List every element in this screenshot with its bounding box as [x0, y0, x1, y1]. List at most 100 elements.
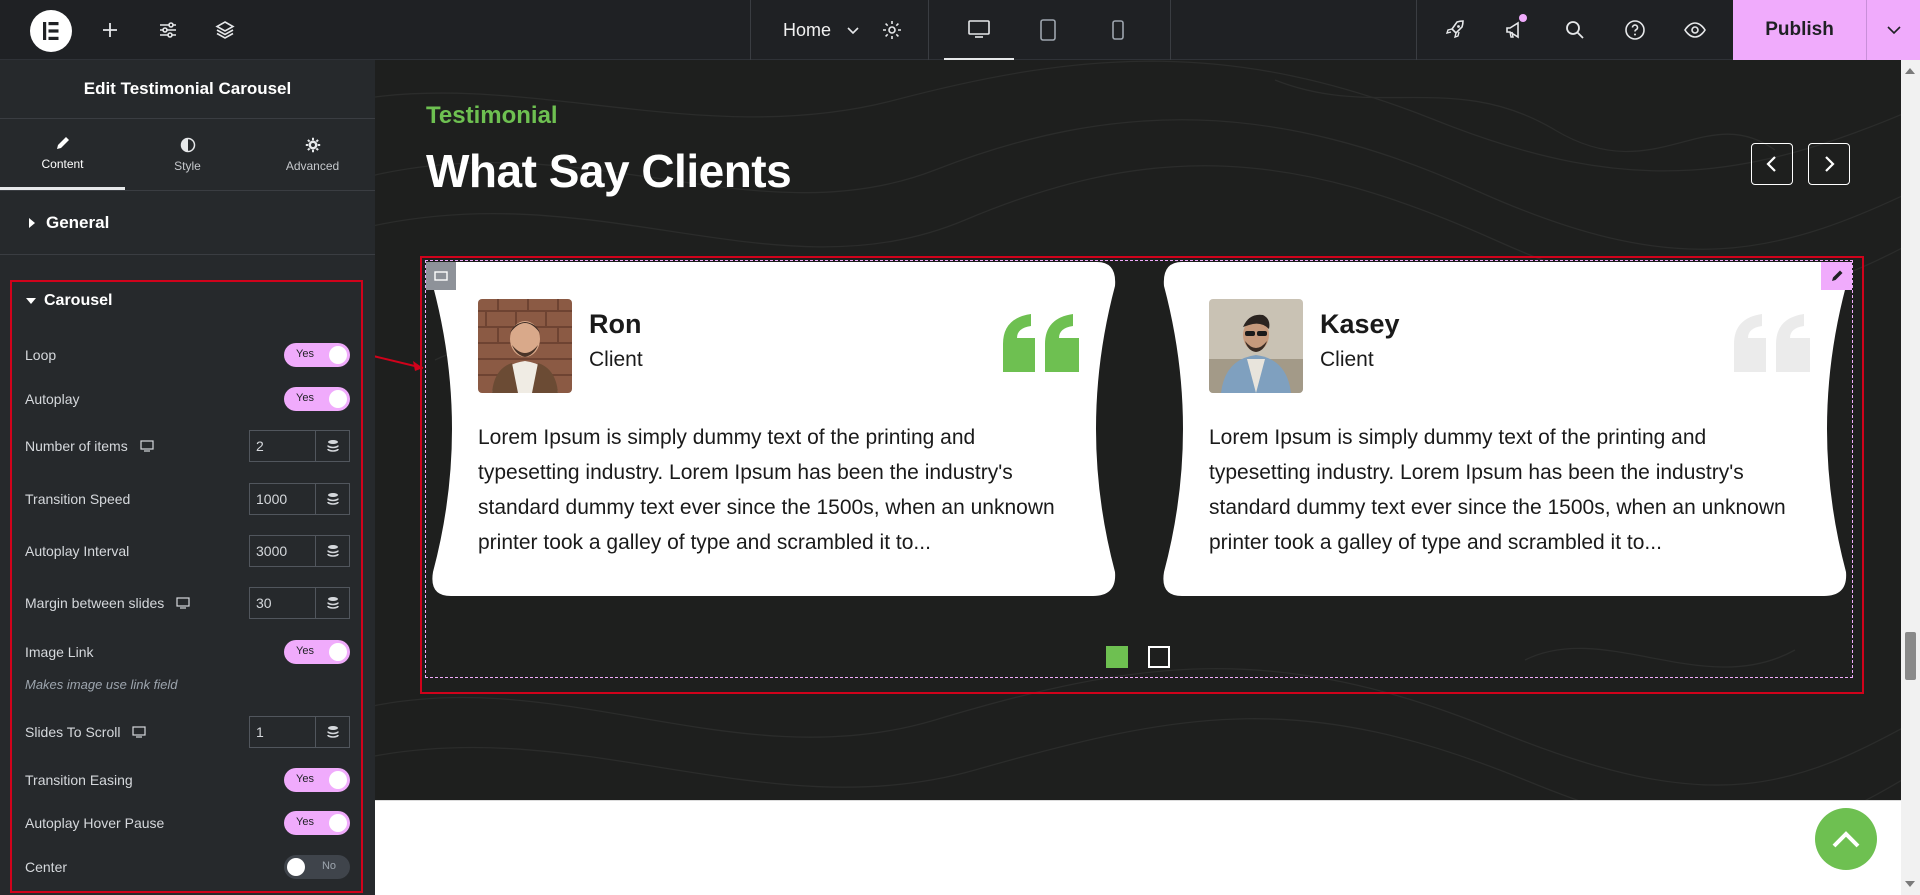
- scroll-to-top-button[interactable]: [1815, 808, 1877, 870]
- control-loop: Loop Yes: [25, 340, 355, 370]
- panel-tabs: Content Style Advanced: [0, 119, 375, 191]
- testimonial-text: Lorem Ipsum is simply dummy text of the …: [1209, 426, 1786, 554]
- client-name: Kasey: [1320, 309, 1400, 339]
- toggle-value: No: [321, 860, 336, 872]
- control-label: Image Link: [25, 644, 94, 660]
- help-icon[interactable]: [1615, 0, 1655, 60]
- publish-options-button[interactable]: [1866, 0, 1920, 60]
- control-autoplay-interval: Autoplay Interval: [25, 535, 355, 567]
- editor-panel: Edit Testimonial Carousel Content Style …: [0, 60, 375, 895]
- pagination-dot-active[interactable]: [1106, 646, 1128, 668]
- control-label: Transition Easing: [25, 772, 133, 788]
- desktop-icon[interactable]: [132, 726, 147, 738]
- control-margin-between-slides: Margin between slides: [25, 587, 355, 619]
- search-icon[interactable]: [1555, 0, 1595, 60]
- chevron-up-icon: [1832, 831, 1860, 848]
- transition-speed-input[interactable]: [249, 483, 315, 515]
- tablet-icon: [1040, 19, 1056, 41]
- carousel-next-button[interactable]: [1808, 143, 1850, 185]
- annotation-arrow: [375, 355, 424, 371]
- control-label: Center: [25, 859, 68, 875]
- testimonial-card: Kasey Client Lorem Ipsum is simply dummy…: [1158, 262, 1852, 596]
- page-selector[interactable]: Home: [752, 0, 892, 60]
- client-avatar: [478, 299, 572, 393]
- control-label-wrap: Slides To Scroll: [25, 724, 147, 740]
- image-link-toggle[interactable]: Yes: [284, 640, 350, 664]
- site-settings-sliders-icon[interactable]: [148, 0, 188, 60]
- number-field-group: [249, 587, 350, 619]
- page-scrollbar[interactable]: [1901, 60, 1920, 895]
- control-label: Transition Speed: [25, 491, 131, 507]
- dynamic-tags-icon[interactable]: [315, 483, 350, 515]
- toggle-value: Yes: [296, 348, 314, 360]
- dynamic-tags-icon[interactable]: [315, 716, 350, 748]
- desktop-icon[interactable]: [140, 440, 154, 452]
- mobile-icon: [1112, 20, 1124, 40]
- testimonial-text: Lorem Ipsum is simply dummy text of the …: [478, 426, 1055, 554]
- tablet-view-button[interactable]: [1028, 0, 1068, 60]
- slides-to-scroll-input[interactable]: [249, 716, 315, 748]
- carousel-prev-button[interactable]: [1751, 143, 1793, 185]
- scroll-down-arrow-icon[interactable]: [1905, 881, 1915, 887]
- chevron-left-icon: [1766, 156, 1776, 172]
- transition-easing-toggle[interactable]: Yes: [284, 768, 350, 792]
- control-label: Margin between slides: [25, 595, 165, 611]
- tab-advanced-label: Advanced: [285, 158, 340, 173]
- page-settings-gear-icon[interactable]: [872, 0, 912, 60]
- toolbar-divider: [1416, 0, 1417, 60]
- add-element-button[interactable]: [90, 0, 130, 60]
- tab-content[interactable]: Content: [0, 119, 125, 190]
- dynamic-tags-icon[interactable]: [315, 535, 350, 567]
- section-carousel[interactable]: Carousel: [26, 292, 112, 310]
- scroll-up-arrow-icon[interactable]: [1905, 68, 1915, 74]
- section-general[interactable]: General: [0, 191, 375, 255]
- publish-button[interactable]: Publish: [1733, 0, 1866, 60]
- preview-eye-icon[interactable]: [1675, 0, 1715, 60]
- scroll-thumb[interactable]: [1905, 632, 1916, 680]
- widget-settings-handle-icon[interactable]: [426, 262, 456, 290]
- page-name: Home: [782, 19, 831, 40]
- center-toggle[interactable]: No: [284, 855, 350, 879]
- desktop-view-button[interactable]: [944, 0, 1014, 60]
- autoplay-hover-pause-toggle[interactable]: Yes: [284, 811, 350, 835]
- number-field-group: [249, 716, 350, 748]
- notifications-megaphone-icon[interactable]: [1495, 0, 1535, 60]
- desktop-icon[interactable]: [176, 597, 190, 609]
- number-field-group: [249, 430, 350, 462]
- chevron-down-icon: [1886, 26, 1901, 35]
- tab-advanced[interactable]: Advanced: [250, 119, 375, 190]
- control-autoplay: Autoplay Yes: [25, 384, 355, 414]
- autoplay-interval-input[interactable]: [249, 535, 315, 567]
- client-role: Client: [589, 348, 643, 371]
- caret-down-icon: [26, 298, 36, 304]
- launchpad-rocket-icon[interactable]: [1435, 0, 1475, 60]
- toggle-knob: [329, 643, 347, 661]
- client-avatar: [1209, 299, 1303, 393]
- control-label: Autoplay Hover Pause: [25, 815, 165, 831]
- section-eyebrow: Testimonial: [426, 102, 558, 129]
- structure-layers-icon[interactable]: [205, 0, 245, 60]
- control-label: Autoplay: [25, 391, 80, 407]
- number-field-group: [249, 483, 350, 515]
- control-number-of-items: Number of items: [25, 430, 355, 462]
- mobile-view-button[interactable]: [1098, 0, 1138, 60]
- edit-widget-pencil-icon[interactable]: [1821, 262, 1852, 290]
- number-of-items-input[interactable]: [249, 430, 315, 462]
- tab-style[interactable]: Style: [125, 119, 250, 190]
- next-section: [375, 800, 1901, 895]
- dynamic-tags-icon[interactable]: [315, 430, 350, 462]
- loop-toggle[interactable]: Yes: [284, 343, 350, 367]
- toolbar-divider: [750, 0, 751, 60]
- margin-between-slides-input[interactable]: [249, 587, 315, 619]
- toggle-value: Yes: [296, 392, 314, 404]
- autoplay-toggle[interactable]: Yes: [284, 387, 350, 411]
- pagination-dot[interactable]: [1148, 646, 1170, 668]
- elementor-logo-icon[interactable]: [30, 10, 72, 52]
- toggle-knob: [329, 771, 347, 789]
- control-slides-to-scroll: Slides To Scroll: [25, 716, 355, 748]
- control-image-link: Image Link Yes: [25, 637, 355, 667]
- quote-icon: [1003, 314, 1079, 372]
- chevron-down-icon: [847, 27, 859, 35]
- dynamic-tags-icon[interactable]: [315, 587, 350, 619]
- section-carousel-label: Carousel: [44, 292, 113, 309]
